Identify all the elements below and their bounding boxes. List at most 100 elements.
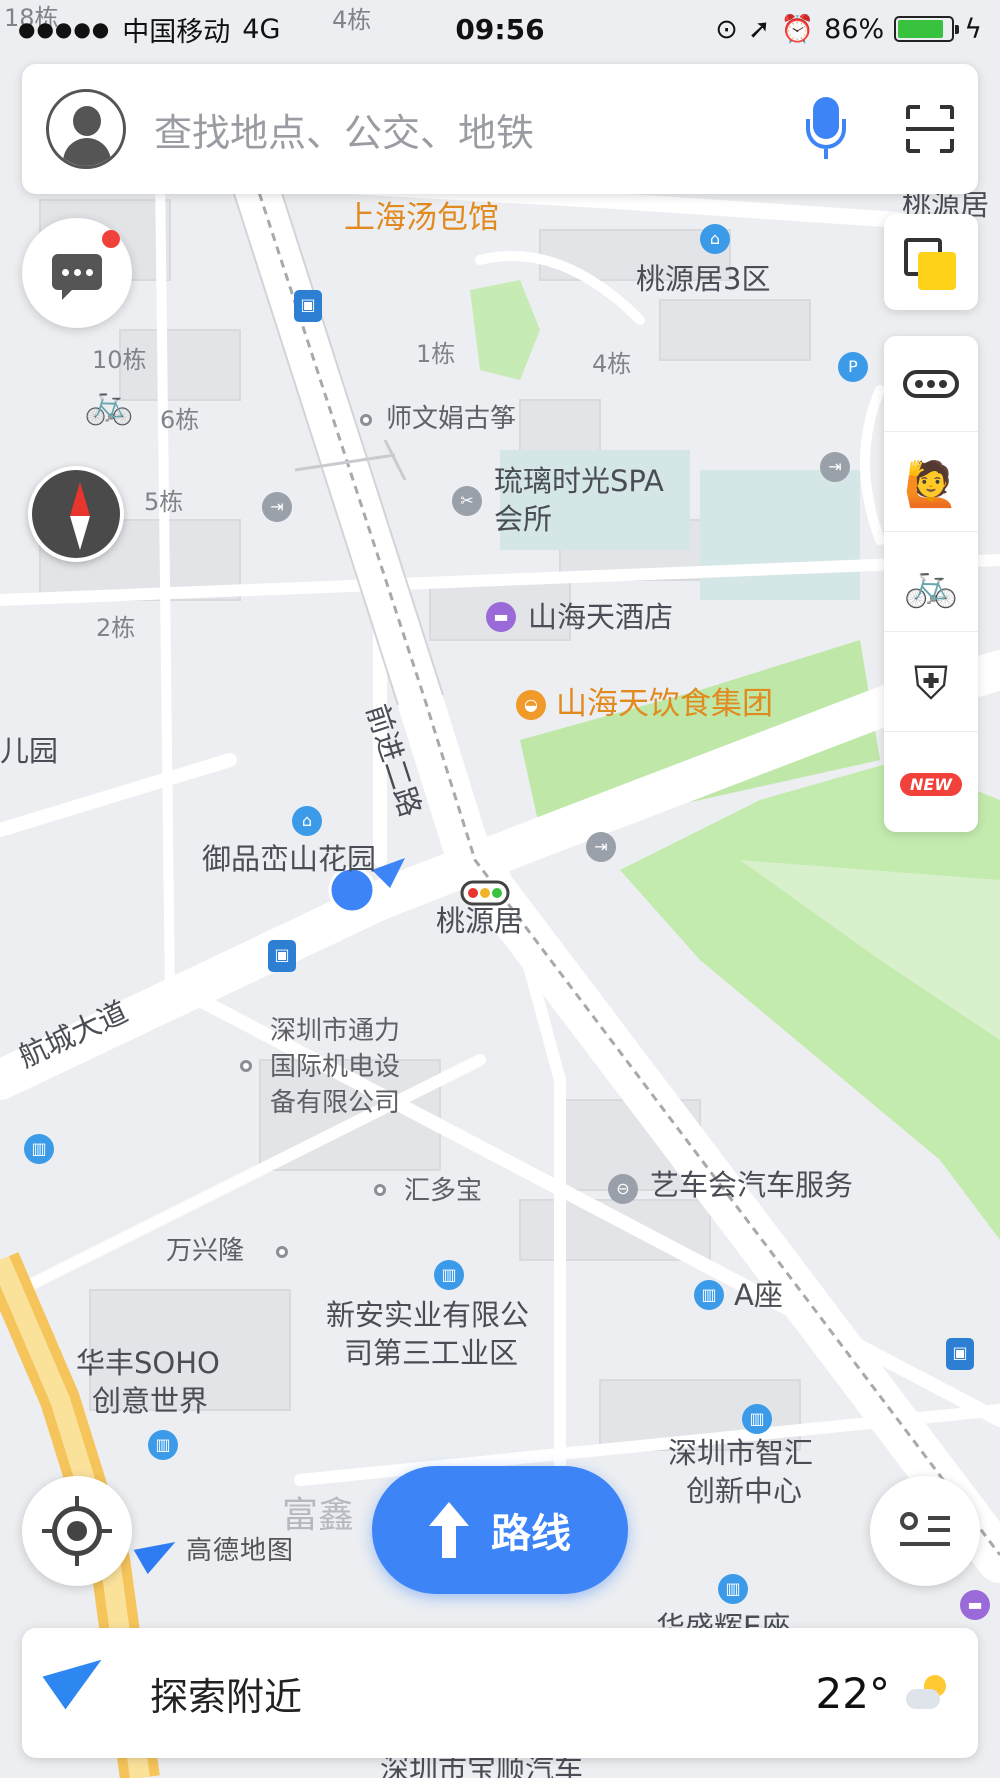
map-label[interactable]: 创新中心 [686,1474,802,1509]
new-badge: NEW [900,772,962,796]
map-label[interactable]: 创意世界 [92,1384,208,1419]
message-bubble-icon [52,254,102,300]
map-label[interactable]: 山海天饮食集团 [556,686,773,723]
layers-icon-front [918,252,956,290]
list-line [900,1542,950,1546]
carrier-name: 中国移动 [122,16,231,48]
poi-ring-icon[interactable] [240,1060,252,1072]
target-tick [75,1496,79,1510]
network-type: 4G [242,13,281,45]
list-line [928,1528,950,1532]
bus-stop-icon[interactable]: ▣ [946,1338,974,1370]
search-bar[interactable]: 查找地点、公交、地铁 [22,64,978,194]
new-feature-button[interactable]: NEW [884,736,978,832]
map-label[interactable]: 万兴隆 [166,1236,244,1267]
building-icon[interactable]: ▥ [434,1260,464,1290]
amap-logo-icon [138,1532,178,1566]
map-label[interactable]: 新安实业有限公 [326,1298,529,1333]
route-label: 路线 [491,1511,571,1557]
map-label[interactable]: 上海汤包馆 [344,200,499,237]
route-arrow-icon [429,1502,469,1558]
messages-button[interactable] [22,218,132,328]
map-label[interactable]: 备有限公司 [270,1088,400,1119]
map-label[interactable]: 山海天酒店 [528,600,673,635]
restaurant-icon[interactable]: ◒ [516,690,546,720]
locate-me-button[interactable] [22,1476,132,1586]
compass-north-icon [70,482,90,516]
map-label[interactable]: 华丰SOHO [76,1346,220,1381]
signal-strength: ●●●●● [18,17,111,41]
building-icon[interactable]: ▥ [694,1280,724,1310]
place-list-icon [900,1512,918,1530]
alarm-icon: ⏰ [780,14,815,45]
map-label: 5栋 [144,488,184,516]
place-list-button[interactable] [870,1476,980,1586]
map-label[interactable]: 深圳市通力 [270,1016,400,1047]
building-icon[interactable]: ▥ [718,1574,748,1604]
poi-ring-icon[interactable] [360,414,372,426]
building-icon[interactable]: ▥ [742,1404,772,1434]
bus-stop-icon[interactable]: ▣ [294,290,322,322]
notification-dot [102,230,120,248]
gate-icon[interactable]: ⇥ [586,832,616,862]
target-tick [42,1529,56,1533]
map-label[interactable]: 司第三工业区 [344,1336,518,1371]
charging-icon: ϟ [964,13,982,45]
safety-button[interactable]: ⛨ [884,636,978,732]
bike-share-icon[interactable]: 🚲 [84,380,134,428]
status-bar: ●●●●● 中国移动 4G 09:56 ⊙ ➚ ⏰ 86% ϟ [0,0,1000,58]
map-label: 1栋 [416,340,456,368]
map-label[interactable]: 师文娟古筝 [386,404,516,435]
residence-icon[interactable]: ⌂ [700,224,730,254]
bus-stop-icon[interactable]: ▣ [268,940,296,972]
map-label[interactable]: 琉璃时光SPA [494,464,664,499]
map-label: 儿园 [0,734,59,768]
residence-icon[interactable]: ⌂ [292,806,322,836]
explore-nearby-label[interactable]: 探索附近 [150,1666,816,1721]
route-button[interactable]: 路线 [372,1466,628,1594]
gate-icon[interactable]: ⇥ [820,452,850,482]
battery-percent: 86% [824,13,885,45]
compass-button[interactable] [28,466,124,562]
microphone-icon[interactable] [806,97,846,161]
map-label[interactable]: 桃源居3区 [636,262,770,297]
list-line [928,1516,950,1520]
gate-icon[interactable]: ⇥ [262,492,292,522]
shield-plus-icon: ⛨ [913,655,949,710]
compass-south-icon [70,516,90,550]
map-label: 6栋 [160,406,200,434]
map-label[interactable]: 国际机电设 [270,1052,400,1083]
map-label[interactable]: A座 [734,1278,783,1313]
hail-person-icon: 🙋 [903,458,959,510]
poi-ring-icon[interactable] [374,1184,386,1196]
hotel-icon[interactable]: ▬ [960,1590,990,1620]
spa-icon[interactable]: ✂ [452,486,482,516]
map-label[interactable]: 御品峦山花园 [202,842,376,877]
amap-logo: 高德地图 [138,1530,294,1567]
layers-button[interactable] [884,214,978,310]
map-toolbar: 🙋 🚲 ⛨ NEW [884,336,978,832]
location-arrow-icon: ➚ [747,13,771,45]
building-icon[interactable]: ▥ [24,1134,54,1164]
parking-icon[interactable]: P [838,352,868,382]
map-label: 10栋 [92,346,147,374]
building-icon[interactable]: ▥ [148,1430,178,1460]
car-service-icon[interactable]: ⊖ [608,1174,638,1204]
bike-button[interactable]: 🚲 [884,536,978,632]
traffic-button[interactable] [884,336,978,432]
target-tick [98,1529,112,1533]
map-label[interactable]: 汇多宝 [404,1176,482,1207]
search-input[interactable]: 查找地点、公交、地铁 [154,102,806,157]
scan-icon[interactable] [906,105,954,153]
map-label[interactable]: 艺车会汽车服务 [650,1168,853,1203]
traffic-icon [903,369,959,398]
map-label[interactable]: 深圳市智汇 [668,1436,813,1471]
hotel-icon[interactable]: ▬ [486,602,516,632]
poi-ring-icon[interactable] [276,1246,288,1258]
user-avatar-icon[interactable] [46,89,126,169]
taxi-hail-button[interactable]: 🙋 [884,436,978,532]
map-label[interactable]: 桃源居 [436,904,523,939]
battery-icon [894,16,960,42]
explore-nearby-bar[interactable]: 探索附近 22° [22,1628,978,1758]
map-label[interactable]: 会所 [494,502,552,537]
